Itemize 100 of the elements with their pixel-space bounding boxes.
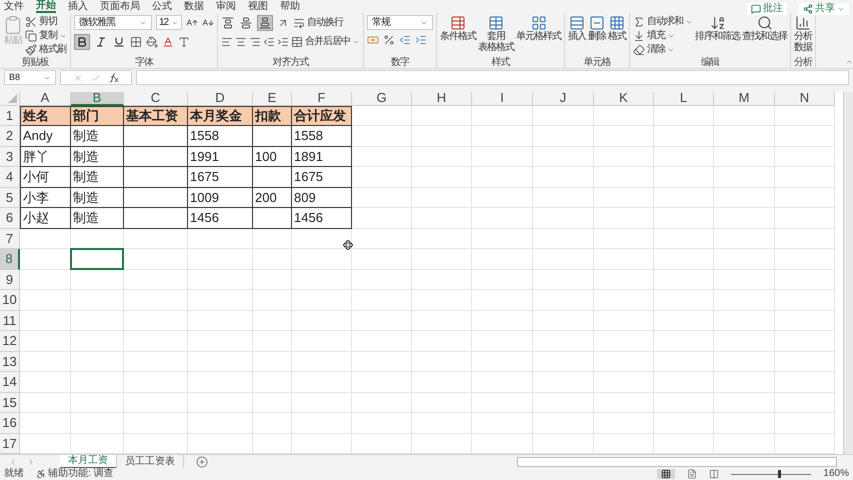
increase-decimal-icon[interactable] bbox=[415, 34, 427, 46]
ribbon-tab[interactable]: 帮助 bbox=[280, 0, 300, 13]
paint-bucket-icon[interactable] bbox=[146, 36, 158, 48]
autosum-button[interactable]: 自动求和 bbox=[633, 15, 693, 29]
caret-icon[interactable] bbox=[352, 38, 360, 46]
find-select-button[interactable]: 查找和选择 bbox=[742, 15, 787, 42]
currency-icon[interactable] bbox=[367, 34, 379, 46]
align-left-icon[interactable] bbox=[221, 36, 233, 48]
column-header[interactable]: G bbox=[352, 92, 412, 106]
name-box[interactable]: B8 bbox=[4, 70, 56, 86]
row-header[interactable]: 4 bbox=[0, 167, 20, 188]
cells-button[interactable]: 删除 bbox=[588, 15, 606, 42]
row-header[interactable]: 13 bbox=[0, 352, 20, 372]
styles-button[interactable]: 单元格样式 bbox=[516, 15, 561, 42]
chart-icon[interactable] bbox=[795, 15, 811, 31]
cells-button[interactable]: 格式 bbox=[608, 15, 626, 42]
function-icon[interactable] bbox=[109, 72, 119, 83]
merge-cells-icon[interactable] bbox=[291, 36, 303, 48]
row-header[interactable]: 11 bbox=[0, 310, 20, 331]
formula-field[interactable] bbox=[136, 70, 849, 86]
orientation-icon[interactable] bbox=[277, 17, 289, 29]
column-header[interactable]: K bbox=[594, 92, 654, 106]
styles-button[interactable]: 套用 表格格式 bbox=[478, 15, 514, 53]
collapse-ribbon-icon[interactable] bbox=[845, 58, 853, 66]
row-header[interactable]: 1 bbox=[0, 106, 20, 126]
caret-icon[interactable] bbox=[59, 32, 67, 40]
caret-icon[interactable] bbox=[685, 18, 693, 26]
scissors-icon[interactable] bbox=[25, 16, 37, 28]
accessibility-icon[interactable] bbox=[36, 469, 46, 479]
wrap-text-icon[interactable] bbox=[293, 17, 305, 29]
font-color-icon[interactable] bbox=[162, 36, 174, 48]
comment-icon[interactable] bbox=[751, 4, 761, 14]
row-header[interactable]: 5 bbox=[0, 188, 20, 208]
search-icon[interactable] bbox=[756, 15, 772, 31]
clear-button[interactable]: 清除 bbox=[633, 43, 693, 57]
font-size-field[interactable]: 12 bbox=[156, 15, 182, 30]
share-icon[interactable] bbox=[803, 4, 813, 14]
cells-icon[interactable] bbox=[609, 15, 625, 31]
grid-icon[interactable] bbox=[661, 469, 672, 479]
paintbrush-icon[interactable] bbox=[25, 44, 37, 56]
row-header[interactable]: 14 bbox=[0, 372, 20, 392]
fill-down-icon[interactable] bbox=[633, 30, 645, 42]
ribbon-tab[interactable]: 公式 bbox=[152, 0, 172, 13]
number-format-field[interactable]: 常规 bbox=[367, 15, 433, 30]
merge-center-button[interactable]: 合并后居中 bbox=[291, 35, 360, 49]
column-header[interactable]: H bbox=[412, 92, 472, 106]
column-header[interactable]: B bbox=[71, 92, 124, 106]
align-center-icon[interactable] bbox=[235, 36, 247, 48]
row-header[interactable]: 9 bbox=[0, 270, 20, 290]
row-header[interactable]: 16 bbox=[0, 413, 20, 434]
horizontal-scrollbar[interactable] bbox=[517, 456, 837, 466]
accessibility-button[interactable]: 辅助功能: 调查 bbox=[36, 468, 114, 480]
decrease-decimal-icon[interactable] bbox=[399, 34, 411, 46]
copy-button[interactable]: 复制 bbox=[25, 29, 67, 43]
copy-icon[interactable] bbox=[25, 30, 37, 42]
column-header[interactable]: I bbox=[472, 92, 533, 106]
sort-icon[interactable] bbox=[710, 15, 726, 31]
comments-button[interactable]: 批注 bbox=[747, 2, 787, 14]
column-header[interactable]: J bbox=[533, 92, 594, 106]
ribbon-tab[interactable]: 插入 bbox=[68, 0, 88, 13]
row-header[interactable]: 7 bbox=[0, 228, 20, 249]
percent-icon[interactable] bbox=[383, 34, 395, 46]
row-header[interactable]: 8 bbox=[0, 249, 20, 270]
zoom-level[interactable]: 160% bbox=[823, 468, 849, 480]
ribbon-tab[interactable]: 数据 bbox=[184, 0, 204, 13]
indent-decrease-icon[interactable] bbox=[263, 36, 275, 48]
fill-button[interactable]: 填充 bbox=[633, 29, 693, 43]
cut-button[interactable]: 剪切 bbox=[25, 15, 67, 29]
column-header[interactable]: L bbox=[654, 92, 714, 106]
increase-font-icon[interactable] bbox=[186, 16, 198, 28]
zoom-thumb[interactable] bbox=[778, 470, 782, 478]
row-header[interactable]: 12 bbox=[0, 331, 20, 352]
ribbon-tab[interactable]: 页面布局 bbox=[100, 0, 140, 13]
normal-view-button[interactable] bbox=[657, 469, 676, 479]
table-icon[interactable] bbox=[488, 15, 504, 31]
indent-increase-icon[interactable] bbox=[277, 36, 289, 48]
borders-icon[interactable] bbox=[130, 36, 142, 48]
row-header[interactable]: 3 bbox=[0, 146, 20, 167]
table-icon[interactable] bbox=[530, 15, 546, 31]
row-header[interactable]: 2 bbox=[0, 126, 20, 146]
zoom-slider[interactable] bbox=[731, 470, 812, 478]
page-break-icon[interactable] bbox=[709, 469, 720, 479]
ribbon-tab[interactable]: 视图 bbox=[248, 0, 268, 13]
page-layout-icon[interactable] bbox=[687, 469, 698, 479]
ribbon-tab[interactable]: 审阅 bbox=[216, 0, 236, 13]
decrease-font-icon[interactable] bbox=[202, 16, 214, 28]
vertical-scrollbar[interactable] bbox=[843, 92, 853, 454]
table-icon[interactable] bbox=[450, 15, 466, 31]
column-header[interactable]: M bbox=[714, 92, 775, 106]
cells-icon[interactable] bbox=[589, 15, 605, 31]
cells-button[interactable]: 插入 bbox=[568, 15, 586, 42]
sigma-icon[interactable] bbox=[633, 16, 645, 28]
sort-filter-button[interactable]: 排序和筛选 bbox=[695, 15, 740, 42]
ribbon-tab[interactable]: 文件 bbox=[4, 0, 24, 13]
cells-icon[interactable] bbox=[569, 15, 585, 31]
eraser-icon[interactable] bbox=[633, 44, 645, 56]
wrap-text-button[interactable]: 自动换行 bbox=[293, 16, 343, 30]
format-painter-button[interactable]: 格式刷 bbox=[25, 43, 67, 57]
sheet-tab[interactable]: 本月工资 bbox=[60, 454, 117, 468]
analyze-data-button[interactable]: 分析 数据 bbox=[794, 15, 812, 53]
